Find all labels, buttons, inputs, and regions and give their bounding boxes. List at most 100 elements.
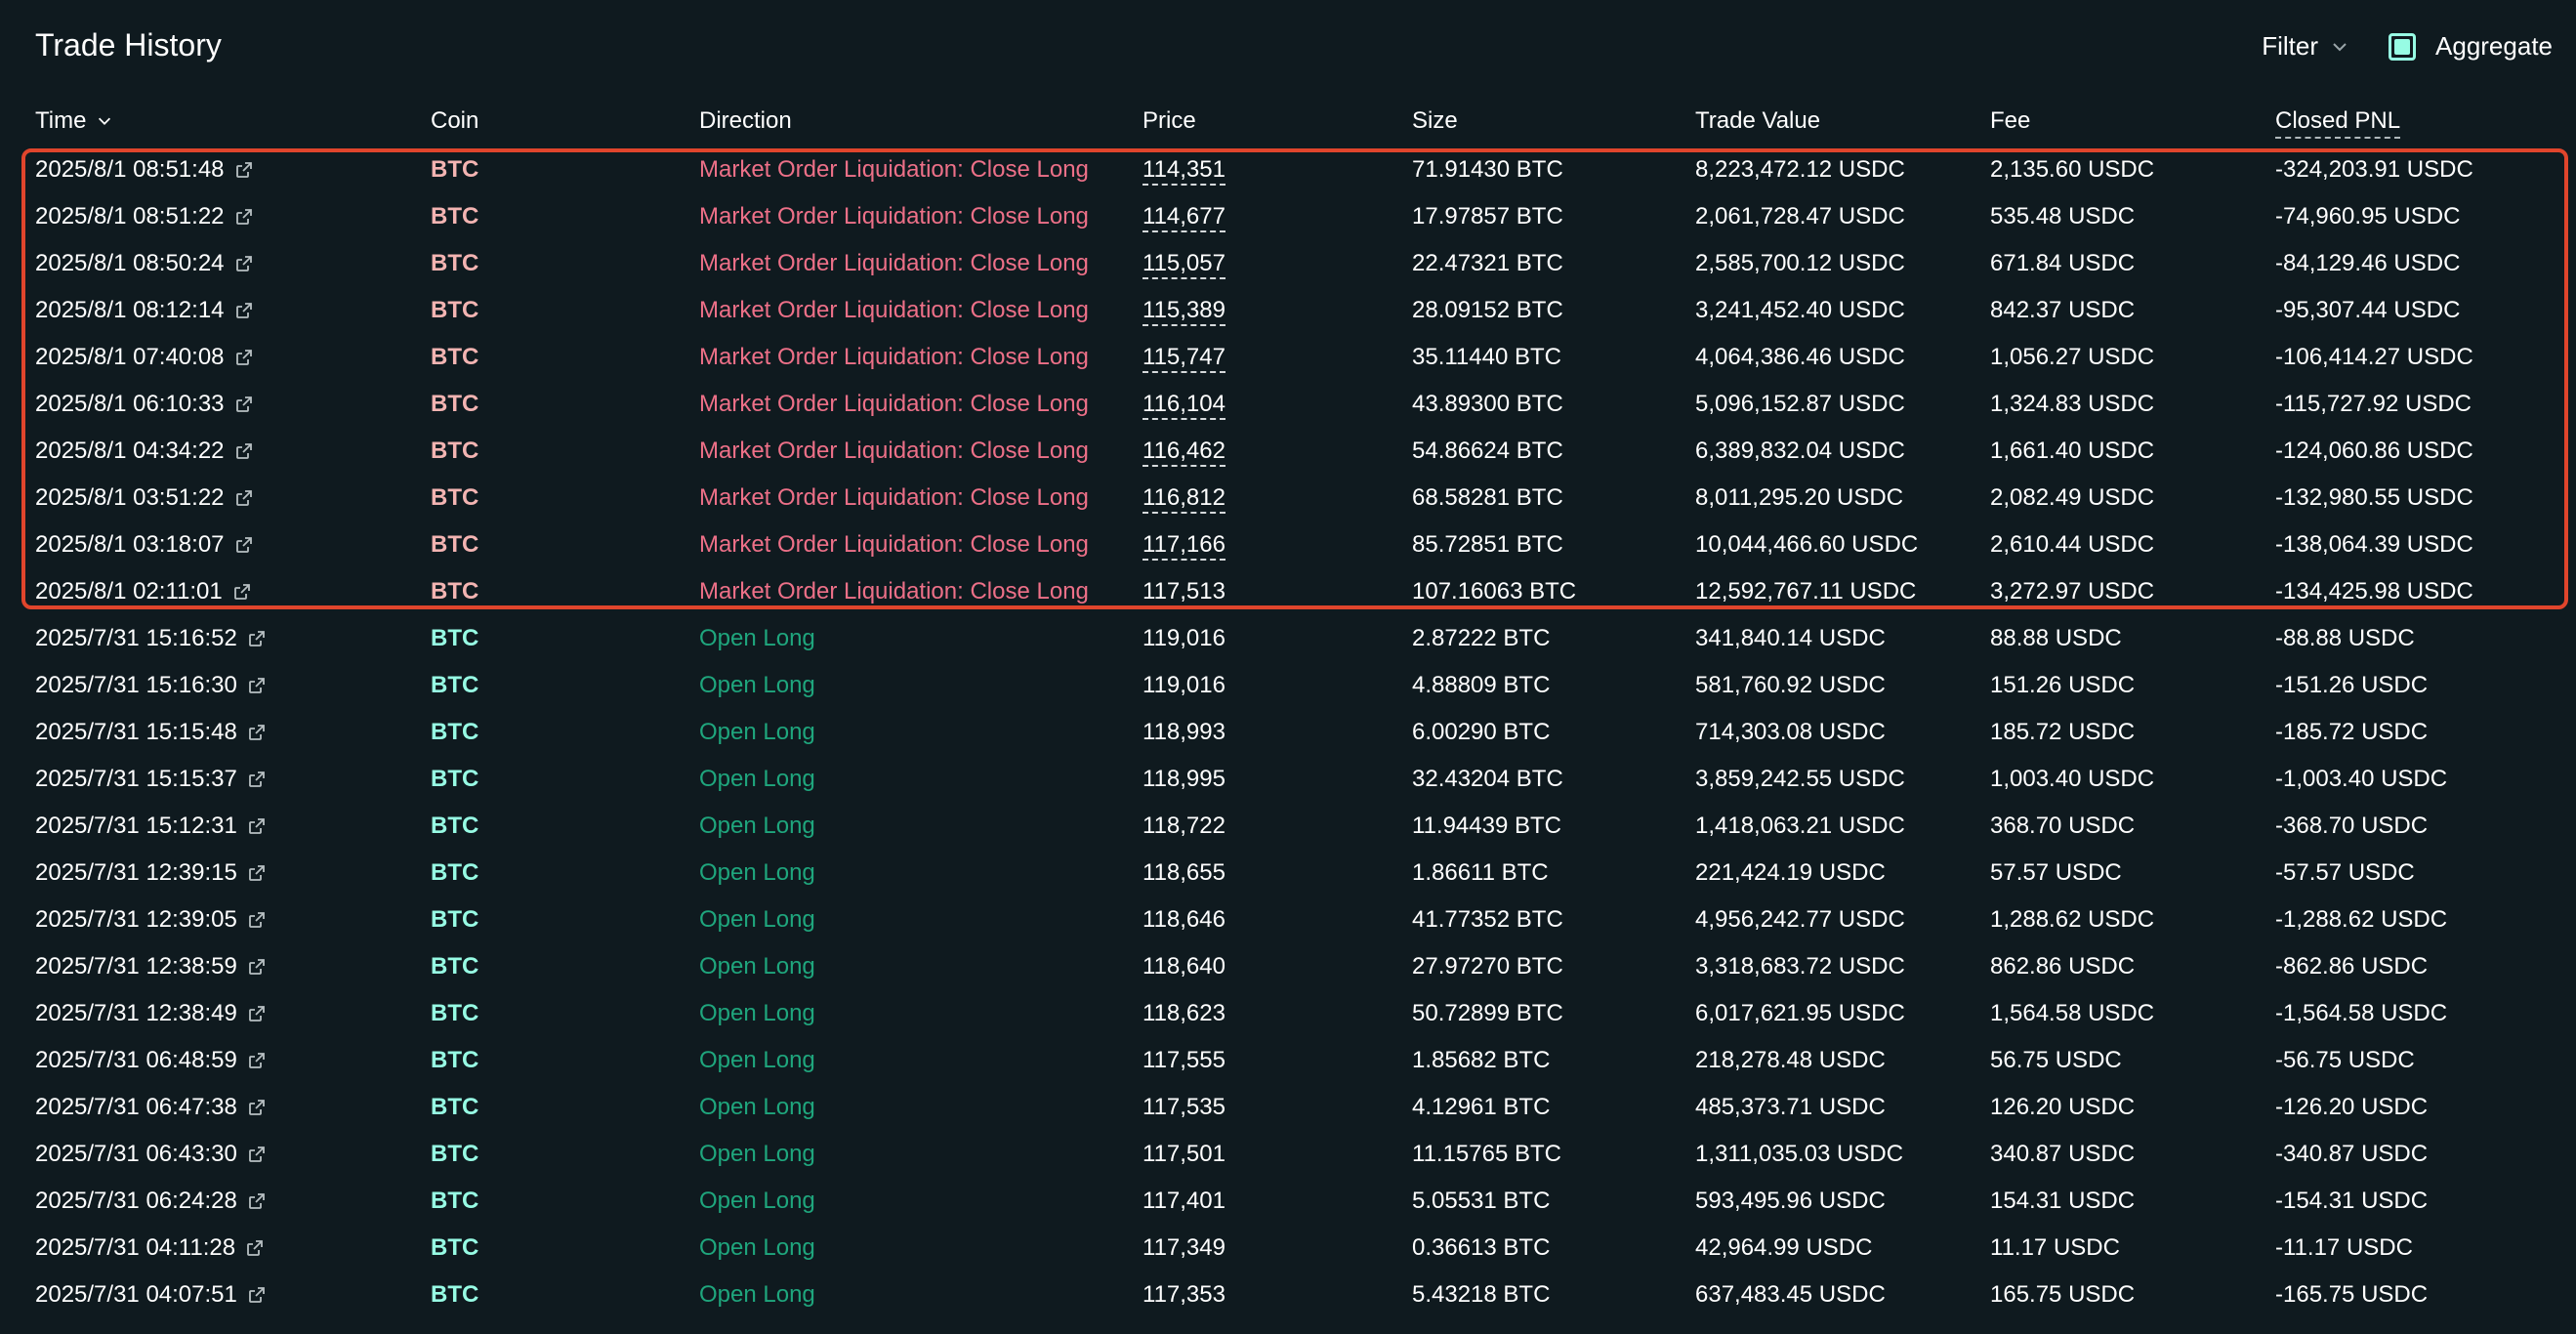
external-link-icon[interactable] [234, 348, 254, 367]
row-closed-pnl: -1,003.40 USDC [2275, 766, 2447, 793]
row-coin[interactable]: BTC [431, 1188, 478, 1215]
row-time-cell: 2025/7/31 15:16:52 [35, 625, 267, 652]
row-coin[interactable]: BTC [431, 1000, 478, 1027]
row-coin[interactable]: BTC [431, 344, 478, 371]
row-coin[interactable]: BTC [431, 953, 478, 980]
trade-history-table: Time Coin Direction Price Size Trade Val… [35, 98, 2553, 1318]
table-row: 2025/8/1 08:51:48BTCMarket Order Liquida… [35, 146, 2553, 193]
row-fee: 2,610.44 USDC [1990, 531, 2154, 559]
external-link-icon[interactable] [247, 770, 267, 789]
row-coin[interactable]: BTC [431, 250, 478, 277]
aggregate-checkbox[interactable] [2389, 33, 2416, 61]
external-link-icon[interactable] [234, 301, 254, 320]
row-price[interactable]: 117,166 [1143, 531, 1226, 561]
external-link-icon[interactable] [234, 535, 254, 555]
row-coin[interactable]: BTC [431, 578, 478, 605]
row-closed-pnl: -57.57 USDC [2275, 859, 2415, 887]
row-price-cell: 119,016 [1143, 625, 1226, 652]
external-link-icon[interactable] [247, 910, 267, 930]
row-time-cell: 2025/7/31 12:39:15 [35, 859, 267, 887]
row-price[interactable]: 116,104 [1143, 391, 1226, 420]
row-direction: Market Order Liquidation: Close Long [699, 531, 1089, 559]
row-trade-value: 2,585,700.12 USDC [1695, 250, 1905, 277]
row-coin[interactable]: BTC [431, 156, 478, 184]
row-price-cell: 117,401 [1143, 1188, 1226, 1215]
row-size: 43.89300 BTC [1412, 391, 1563, 418]
table-row: 2025/7/31 12:39:05BTCOpen Long118,64641.… [35, 896, 2553, 943]
chevron-down-icon [2330, 37, 2349, 57]
row-closed-pnl: -165.75 USDC [2275, 1281, 2428, 1309]
external-link-icon[interactable] [247, 816, 267, 836]
external-link-icon[interactable] [247, 629, 267, 648]
external-link-icon[interactable] [234, 207, 254, 227]
row-coin[interactable]: BTC [431, 906, 478, 934]
row-coin[interactable]: BTC [431, 391, 478, 418]
row-time-cell: 2025/8/1 08:12:14 [35, 297, 254, 324]
external-link-icon[interactable] [247, 957, 267, 977]
row-price[interactable]: 114,677 [1143, 203, 1226, 232]
row-coin[interactable]: BTC [431, 1094, 478, 1121]
row-coin[interactable]: BTC [431, 672, 478, 699]
row-time: 2025/7/31 12:39:05 [35, 906, 237, 934]
row-coin[interactable]: BTC [431, 813, 478, 840]
external-link-icon[interactable] [247, 1004, 267, 1023]
row-price[interactable]: 115,057 [1143, 250, 1226, 279]
external-link-icon[interactable] [247, 1098, 267, 1117]
external-link-icon[interactable] [247, 863, 267, 883]
row-coin[interactable]: BTC [431, 297, 478, 324]
aggregate-toggle[interactable]: Aggregate [2389, 31, 2553, 62]
external-link-icon[interactable] [232, 582, 252, 602]
row-direction: Open Long [699, 719, 815, 746]
column-header-time[interactable]: Time [35, 107, 113, 135]
row-time: 2025/8/1 07:40:08 [35, 344, 225, 371]
external-link-icon[interactable] [247, 1145, 267, 1164]
external-link-icon[interactable] [247, 1285, 267, 1305]
row-trade-value: 42,964.99 USDC [1695, 1234, 1872, 1262]
external-link-icon[interactable] [234, 441, 254, 461]
row-coin[interactable]: BTC [431, 859, 478, 887]
external-link-icon[interactable] [234, 488, 254, 508]
row-closed-pnl: -11.17 USDC [2275, 1234, 2413, 1262]
row-closed-pnl: -1,288.62 USDC [2275, 906, 2447, 934]
external-link-icon[interactable] [234, 254, 254, 273]
row-time: 2025/7/31 04:11:28 [35, 1234, 235, 1262]
row-coin[interactable]: BTC [431, 203, 478, 230]
row-trade-value: 714,303.08 USDC [1695, 719, 1886, 746]
row-coin[interactable]: BTC [431, 766, 478, 793]
row-coin[interactable]: BTC [431, 1047, 478, 1074]
row-time: 2025/7/31 15:16:30 [35, 672, 237, 699]
row-direction: Market Order Liquidation: Close Long [699, 578, 1089, 605]
row-closed-pnl: -95,307.44 USDC [2275, 297, 2460, 324]
row-price[interactable]: 117,513 [1143, 578, 1226, 607]
row-time-cell: 2025/7/31 04:11:28 [35, 1234, 265, 1262]
row-coin[interactable]: BTC [431, 625, 478, 652]
row-coin[interactable]: BTC [431, 484, 478, 512]
external-link-icon[interactable] [245, 1238, 265, 1258]
filter-dropdown[interactable]: Filter [2262, 31, 2349, 62]
row-coin[interactable]: BTC [431, 438, 478, 465]
column-header-closed-pnl[interactable]: Closed PNL [2275, 107, 2400, 139]
row-direction: Open Long [699, 1000, 815, 1027]
row-price[interactable]: 114,351 [1143, 156, 1226, 186]
row-closed-pnl: -126.20 USDC [2275, 1094, 2428, 1121]
row-coin[interactable]: BTC [431, 1234, 478, 1262]
row-price[interactable]: 116,812 [1143, 484, 1226, 514]
row-direction: Open Long [699, 813, 815, 840]
row-closed-pnl: -56.75 USDC [2275, 1047, 2415, 1074]
row-price[interactable]: 116,462 [1143, 438, 1226, 467]
external-link-icon[interactable] [247, 723, 267, 742]
row-price[interactable]: 115,389 [1143, 297, 1226, 326]
external-link-icon[interactable] [247, 1051, 267, 1070]
row-closed-pnl: -84,129.46 USDC [2275, 250, 2460, 277]
row-time-cell: 2025/7/31 15:15:37 [35, 766, 267, 793]
external-link-icon[interactable] [247, 676, 267, 695]
external-link-icon[interactable] [234, 160, 254, 180]
row-coin[interactable]: BTC [431, 1281, 478, 1309]
row-price[interactable]: 115,747 [1143, 344, 1226, 373]
external-link-icon[interactable] [247, 1191, 267, 1211]
row-coin[interactable]: BTC [431, 531, 478, 559]
external-link-icon[interactable] [234, 395, 254, 414]
table-body: 2025/8/1 08:51:48BTCMarket Order Liquida… [35, 146, 2553, 1318]
row-coin[interactable]: BTC [431, 1141, 478, 1168]
row-coin[interactable]: BTC [431, 719, 478, 746]
